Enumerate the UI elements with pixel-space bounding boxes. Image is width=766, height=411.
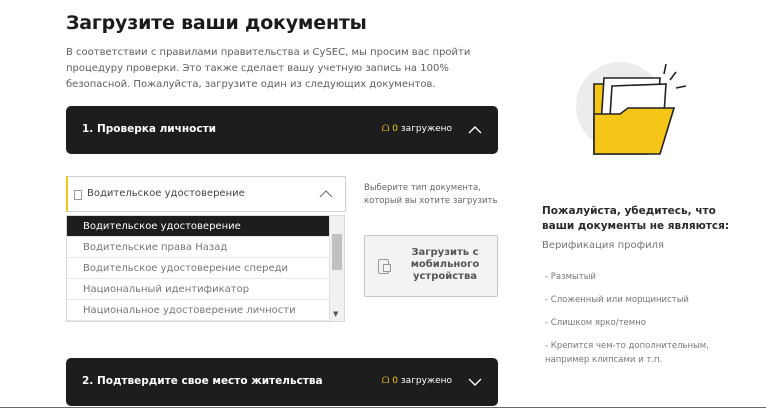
scrollbar-thumb[interactable] — [332, 234, 342, 270]
intro-text: В соответствии с правилами правительства… — [66, 47, 471, 90]
section-identity-title: 1. Проверка личности — [82, 123, 217, 135]
upload-from-mobile-button[interactable]: Загрузить с мобильного устройства — [364, 235, 498, 297]
option-driver-license-back[interactable]: Водительские права Назад — [67, 237, 330, 258]
chevron-down-icon[interactable] — [468, 376, 482, 388]
upload-icon: ᗝ — [381, 124, 390, 134]
list-item: - Сложенный или морщинистый — [545, 295, 689, 305]
option-national-id-back[interactable]: Национальное удостоверение личности Наза… — [67, 300, 330, 321]
requirements-subtitle: Верификация профиля — [542, 240, 665, 251]
option-driver-license-front[interactable]: Водительское удостоверение спереди — [67, 258, 330, 279]
page-title: Загрузите ваши документы — [66, 12, 367, 34]
phone-icon — [378, 259, 391, 274]
folder-icon — [576, 62, 687, 155]
list-item: - Крепится чем-то дополнительным, наприм… — [545, 341, 709, 365]
document-type-options: Водительское удостоверение Водительские … — [66, 215, 345, 322]
upload-icon: ᗝ — [381, 376, 390, 386]
chevron-up-icon[interactable] — [468, 124, 482, 136]
section-identity-header[interactable]: 1. Проверка личности ᗝ0 загружено — [66, 106, 498, 154]
upload-status: ᗝ0 загружено — [381, 124, 452, 134]
options-scrollbar[interactable]: ▼ — [329, 216, 344, 321]
list-item: - Слишком ярко/темно — [545, 318, 646, 328]
upload-from-mobile-label: Загрузить с мобильного устройства — [410, 247, 480, 282]
document-icon — [74, 190, 82, 200]
select-hint: Выберите тип документа, который вы хотит… — [364, 183, 498, 206]
option-driver-license[interactable]: Водительское удостоверение — [67, 216, 330, 237]
option-national-id[interactable]: Национальный идентификатор — [67, 279, 330, 300]
section-residence-header[interactable]: 2. Подтвердите свое место жительства ᗝ0 … — [66, 358, 498, 406]
document-type-value: Водительское удостоверение — [87, 188, 245, 199]
upload-status: ᗝ0 загружено — [381, 376, 452, 386]
requirements-title: Пожалуйста, убедитесь, что ваши документ… — [542, 205, 730, 232]
scroll-down-icon[interactable]: ▼ — [333, 310, 338, 318]
divider — [0, 407, 766, 408]
section-residence-title: 2. Подтвердите свое место жительства — [82, 375, 323, 387]
chevron-up-icon[interactable] — [319, 188, 333, 200]
list-item: - Размытый — [545, 272, 596, 282]
document-type-select[interactable]: Водительское удостоверение — [66, 176, 346, 212]
